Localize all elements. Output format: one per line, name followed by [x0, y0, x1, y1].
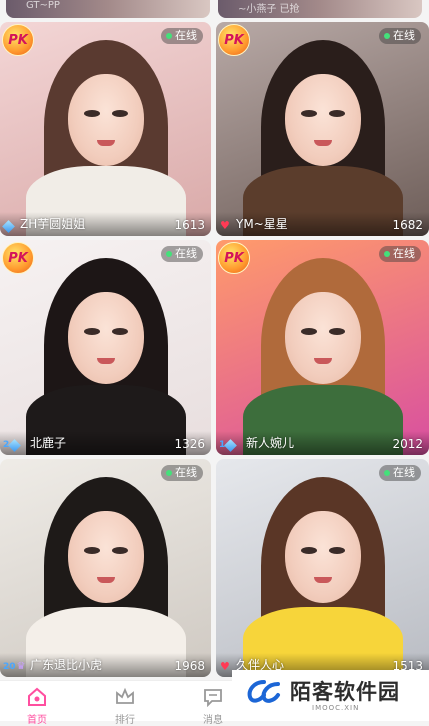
streamer-card[interactable]: PK 在线 1 新人婉儿 2012 [216, 240, 429, 455]
streamer-photo [0, 459, 211, 677]
viewer-count: 2012 [392, 437, 423, 451]
portrait-eye [111, 328, 128, 335]
card-info-bar: 1 新人婉儿 2012 [216, 431, 429, 455]
online-status-badge: 在线 [161, 28, 203, 44]
portrait-eye [300, 547, 317, 554]
portrait-mouth [313, 358, 332, 364]
card-info-bar: 20 ♛ 广东退比小虎 1968 [0, 653, 211, 677]
card-info-bar: ZH芋圆姐姐 1613 [0, 212, 211, 236]
portrait-mouth [313, 140, 332, 146]
user-level: ♥ [219, 219, 230, 232]
user-level: 1 [219, 438, 238, 452]
portrait-face [284, 74, 361, 166]
streamer-name: 北鹿子 [30, 436, 67, 450]
portrait-face [67, 292, 144, 384]
user-level: 2 [3, 438, 22, 452]
home-icon [28, 687, 46, 706]
user-level [2, 220, 15, 233]
portrait-mouth [96, 140, 115, 146]
user-level-number: 20 [3, 661, 16, 672]
portrait-eye [328, 328, 345, 335]
streamer-photo [0, 240, 211, 455]
portrait-eye [300, 328, 317, 335]
pk-badge: PK [2, 242, 34, 274]
portrait-face [67, 511, 144, 603]
streamer-name: 新人婉儿 [246, 436, 295, 450]
pk-badge: PK [218, 24, 250, 56]
streamer-name: 广东退比小虎 [30, 658, 103, 672]
online-dot-icon [166, 33, 172, 39]
viewer-count: 1326 [174, 437, 205, 451]
tab-ranking-label: 排行 [115, 715, 135, 726]
pk-badge: PK [218, 242, 250, 274]
tab-home-label: 首页 [27, 715, 47, 726]
portrait-face [284, 511, 361, 603]
heart-icon: ♥ [220, 660, 230, 673]
portrait-mouth [313, 577, 332, 583]
streamer-card[interactable]: PK 在线 ZH芋圆姐姐 1613 [0, 22, 211, 236]
online-status-text: 在线 [175, 247, 197, 260]
portrait-eye [111, 110, 128, 117]
portrait-mouth [96, 358, 115, 364]
online-dot-icon [384, 33, 390, 39]
portrait-eye [83, 328, 100, 335]
online-status-badge: 在线 [379, 246, 421, 262]
diamond-icon [224, 438, 238, 452]
streamer-card[interactable]: 在线 ♥ 久伴人心 1513 [216, 459, 429, 677]
streamer-card[interactable]: PK 在线 ♥ YM~星星 1682 [216, 22, 429, 236]
online-status-badge: 在线 [161, 465, 203, 481]
watermark-subtitle: IMOOC.XIN [312, 704, 360, 712]
portrait-eye [83, 110, 100, 117]
viewer-count: 1682 [392, 218, 423, 232]
online-status-badge: 在线 [379, 28, 421, 44]
user-level: 20 ♛ [3, 661, 26, 672]
portrait-eye [328, 547, 345, 554]
online-dot-icon [166, 251, 172, 257]
tab-home[interactable]: 首页 [2, 681, 72, 726]
streamer-photo [216, 240, 429, 455]
streamer-grid: PK 在线 ZH芋圆姐姐 1613 PK 在线 ♥ YM~星星 1682 PK 在线 2 北鹿子 1326… [0, 0, 429, 720]
streamer-photo [0, 22, 211, 236]
viewer-count: 1613 [174, 218, 205, 232]
user-level: ♥ [219, 660, 230, 673]
portrait-mouth [96, 577, 115, 583]
watermark-title: 陌客软件园 [290, 680, 400, 704]
online-status-text: 在线 [393, 29, 415, 42]
message-icon [204, 689, 222, 707]
portrait-eye [328, 110, 345, 117]
portrait-eye [111, 547, 128, 554]
streamer-photo [216, 459, 429, 677]
diamond-icon [2, 220, 15, 233]
online-status-badge: 在线 [161, 246, 203, 262]
viewer-count: 1968 [174, 659, 205, 673]
crown-icon [116, 687, 134, 704]
card-info-bar: 2 北鹿子 1326 [0, 431, 211, 455]
tab-ranking[interactable]: 排行 [90, 681, 160, 726]
streamer-name: ZH芋圆姐姐 [20, 217, 86, 231]
card-info-bar: ♥ YM~星星 1682 [216, 212, 429, 236]
streamer-card[interactable]: 在线 20 ♛ 广东退比小虎 1968 [0, 459, 211, 677]
watermark: 陌客软件园 IMOOC.XIN [232, 670, 429, 720]
heart-icon: ♥ [220, 219, 230, 232]
online-status-text: 在线 [393, 247, 415, 260]
online-dot-icon [166, 470, 172, 476]
crown-icon: ♛ [16, 661, 26, 672]
portrait-eye [300, 110, 317, 117]
streamer-card[interactable]: PK 在线 2 北鹿子 1326 [0, 240, 211, 455]
diamond-icon [8, 438, 22, 452]
online-status-text: 在线 [393, 466, 415, 479]
online-status-badge: 在线 [379, 465, 421, 481]
watermark-logo-icon [247, 680, 280, 703]
pk-badge: PK [2, 24, 34, 56]
portrait-face [67, 74, 144, 166]
online-dot-icon [384, 470, 390, 476]
online-status-text: 在线 [175, 29, 197, 42]
online-dot-icon [384, 251, 390, 257]
online-status-text: 在线 [175, 466, 197, 479]
streamer-photo [216, 22, 429, 236]
portrait-eye [83, 547, 100, 554]
streamer-name: YM~星星 [236, 217, 288, 231]
portrait-face [284, 292, 361, 384]
